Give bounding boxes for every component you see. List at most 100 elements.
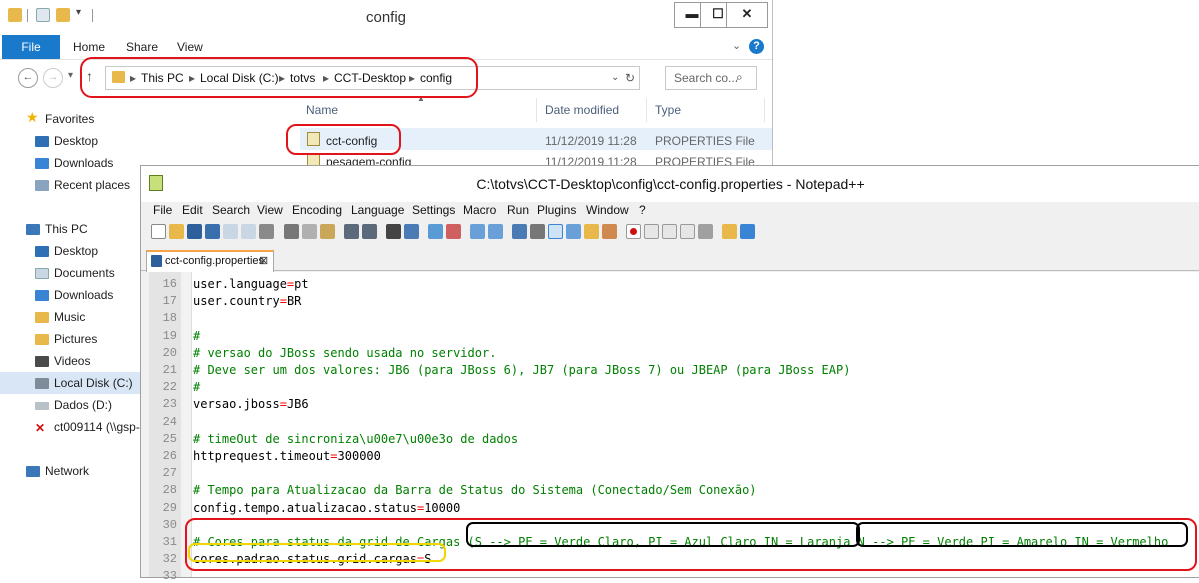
cut-icon[interactable] (284, 224, 299, 239)
close-button[interactable]: ✕ (726, 2, 768, 28)
refresh-icon[interactable]: ↻ (625, 71, 635, 85)
menu-bar: File Edit Search View Encoding Language … (141, 202, 1199, 220)
search-box[interactable]: Search co... ⌕ (665, 66, 757, 90)
nav-fav-desktop[interactable]: Desktop (54, 134, 98, 148)
address-dropdown-icon[interactable]: ⌄ (611, 72, 619, 83)
tab-cct-config[interactable]: cct-config.properties ⊠ (146, 250, 274, 272)
line-number: 23 (162, 397, 177, 411)
menu-view[interactable]: View (257, 203, 283, 217)
menu-encoding[interactable]: Encoding (292, 203, 342, 217)
menu-run[interactable]: Run (507, 203, 529, 217)
paste-icon[interactable] (320, 224, 335, 239)
nav-fav-downloads[interactable]: Downloads (54, 156, 113, 170)
sync-vertical-icon[interactable] (470, 224, 485, 239)
property-value: pt (294, 277, 309, 291)
back-icon[interactable]: ← (18, 68, 38, 88)
line-number-gutter: 16 17 18 19 20 21 22 23 24 25 26 27 28 29 30 31 32 33 (149, 272, 181, 583)
toolbar (141, 220, 1199, 246)
column-header-type[interactable]: Type (655, 103, 681, 117)
nav-pc-downloads[interactable]: Downloads (54, 288, 113, 302)
ribbon-tab-view[interactable]: View (177, 40, 203, 54)
disconnected-drive-icon: ✕ (35, 421, 46, 435)
nav-network[interactable]: Network (45, 464, 89, 478)
menu-file[interactable]: File (153, 203, 172, 217)
recent-locations-icon[interactable]: ▾ (68, 70, 73, 81)
menu-plugins[interactable]: Plugins (537, 203, 576, 217)
save-all-icon[interactable] (205, 224, 220, 239)
play-multiple-icon[interactable] (680, 224, 695, 239)
save-macro-icon[interactable] (698, 224, 713, 239)
property-key: httprequest.timeout (193, 449, 331, 463)
redo-icon[interactable] (362, 224, 377, 239)
print-icon[interactable] (259, 224, 274, 239)
code-line: httprequest.timeout=300000 (193, 449, 381, 463)
open-file-icon[interactable] (169, 224, 184, 239)
plugin-icon[interactable] (722, 224, 737, 239)
ribbon-tab-file[interactable]: File (2, 35, 60, 59)
downloads-icon (35, 158, 49, 169)
close-all-icon[interactable] (241, 224, 256, 239)
spellcheck-icon[interactable] (740, 224, 755, 239)
nav-pc-desktop[interactable]: Desktop (54, 244, 98, 258)
play-macro-icon[interactable] (662, 224, 677, 239)
replace-icon[interactable] (404, 224, 419, 239)
highlight-option-s (466, 522, 860, 547)
function-list-icon[interactable] (584, 224, 599, 239)
menu-language[interactable]: Language (351, 203, 404, 217)
nav-fav-recent[interactable]: Recent places (54, 178, 130, 192)
menu-help[interactable]: ? (639, 203, 646, 217)
column-header-name[interactable]: Name (306, 103, 338, 117)
menu-search[interactable]: Search (212, 203, 250, 217)
code-line: user.language=pt (193, 277, 309, 291)
zoom-out-icon[interactable] (446, 224, 461, 239)
word-wrap-icon[interactable] (512, 224, 527, 239)
undo-icon[interactable] (344, 224, 359, 239)
nav-this-pc[interactable]: This PC (45, 222, 88, 236)
close-file-icon[interactable] (223, 224, 238, 239)
ribbon-tab-share[interactable]: Share (126, 40, 158, 54)
window-title: C:\totvs\CCT-Desktop\config\cct-config.p… (476, 176, 865, 192)
menu-settings[interactable]: Settings (412, 203, 455, 217)
save-icon[interactable] (187, 224, 202, 239)
drive-icon (35, 378, 49, 389)
ribbon-expand-icon[interactable]: ⌄ (732, 39, 741, 52)
column-divider[interactable] (646, 98, 647, 122)
nav-pc-music[interactable]: Music (54, 310, 85, 324)
nav-pc-pictures[interactable]: Pictures (54, 332, 97, 346)
indent-guide-icon[interactable] (548, 224, 563, 239)
copy-icon[interactable] (302, 224, 317, 239)
nav-pc-dados[interactable]: Dados (D:) (54, 398, 112, 412)
file-date: 11/12/2019 11:28 (545, 134, 637, 148)
ribbon-tab-home[interactable]: Home (73, 40, 105, 54)
show-all-chars-icon[interactable] (530, 224, 545, 239)
nav-favorites[interactable]: Favorites (45, 112, 94, 126)
column-divider[interactable] (536, 98, 537, 122)
zoom-in-icon[interactable] (428, 224, 443, 239)
column-header-date[interactable]: Date modified (545, 103, 619, 117)
menu-window[interactable]: Window (586, 203, 629, 217)
search-input[interactable]: Search co... (674, 71, 738, 85)
find-icon[interactable] (386, 224, 401, 239)
property-key: user.country (193, 294, 280, 308)
code-line: # timeOut de sincroniza\u00e7\u00e3o de … (193, 432, 518, 446)
doc-map-icon[interactable] (566, 224, 581, 239)
nav-pc-videos[interactable]: Videos (54, 354, 90, 368)
sync-horizontal-icon[interactable] (488, 224, 503, 239)
nav-pc-network-drive[interactable]: ct009114 (\\gsp-v (54, 420, 146, 434)
new-file-icon[interactable] (151, 224, 166, 239)
nav-pc-local-disk[interactable]: Local Disk (C:) (54, 376, 133, 390)
column-divider[interactable] (764, 98, 765, 122)
code-comment: # (193, 380, 201, 394)
forward-icon[interactable]: → (43, 68, 63, 88)
tab-close-icon[interactable]: ⊠ (259, 254, 268, 267)
saved-file-icon (151, 255, 162, 267)
stop-macro-icon[interactable] (644, 224, 659, 239)
menu-edit[interactable]: Edit (182, 203, 203, 217)
nav-pc-documents[interactable]: Documents (54, 266, 115, 280)
star-icon: ★ (26, 109, 39, 125)
menu-macro[interactable]: Macro (463, 203, 496, 217)
recent-places-icon (35, 180, 49, 191)
videos-icon (35, 356, 49, 367)
folder-workspace-icon[interactable] (602, 224, 617, 239)
help-icon[interactable]: ? (749, 39, 764, 54)
